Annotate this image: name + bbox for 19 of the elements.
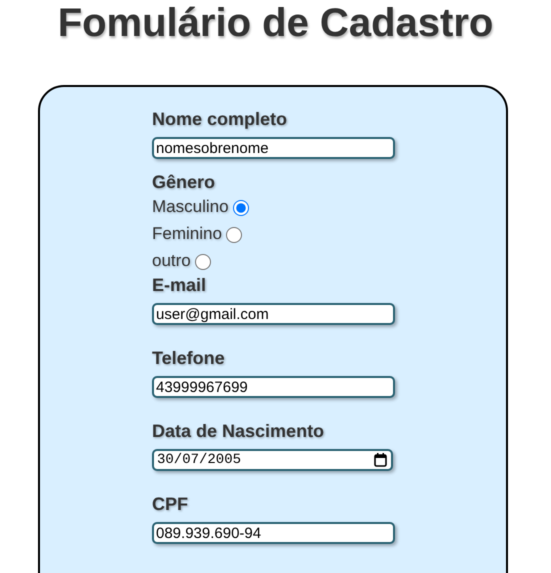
field-label: E-mail — [152, 274, 206, 296]
page-title: Fomulário de Cadastro — [56, 0, 494, 46]
input-field[interactable]: nomesobrenome — [152, 137, 395, 159]
field-label: Nome completo — [152, 108, 288, 130]
radio-button[interactable] — [226, 226, 242, 242]
date-field[interactable]: 30/07/2005 — [152, 449, 393, 471]
input-field[interactable]: user@gmail.com — [152, 303, 395, 325]
field-label: Data de Nascimento — [152, 420, 324, 442]
calendar-icon[interactable] — [374, 453, 387, 467]
radio-label: Masculino — [152, 196, 229, 218]
field-label: Telefone — [152, 347, 225, 369]
field-label: CPF — [152, 493, 188, 515]
radio-button[interactable] — [232, 200, 249, 216]
input-field[interactable]: 089.939.690-94 — [152, 522, 395, 544]
radio-label: outro — [152, 250, 191, 272]
input-field[interactable]: 43999967699 — [152, 376, 395, 398]
field-label: Gênero — [152, 171, 216, 193]
radio-label: Feminino — [152, 222, 222, 244]
radio-button[interactable] — [194, 254, 211, 270]
